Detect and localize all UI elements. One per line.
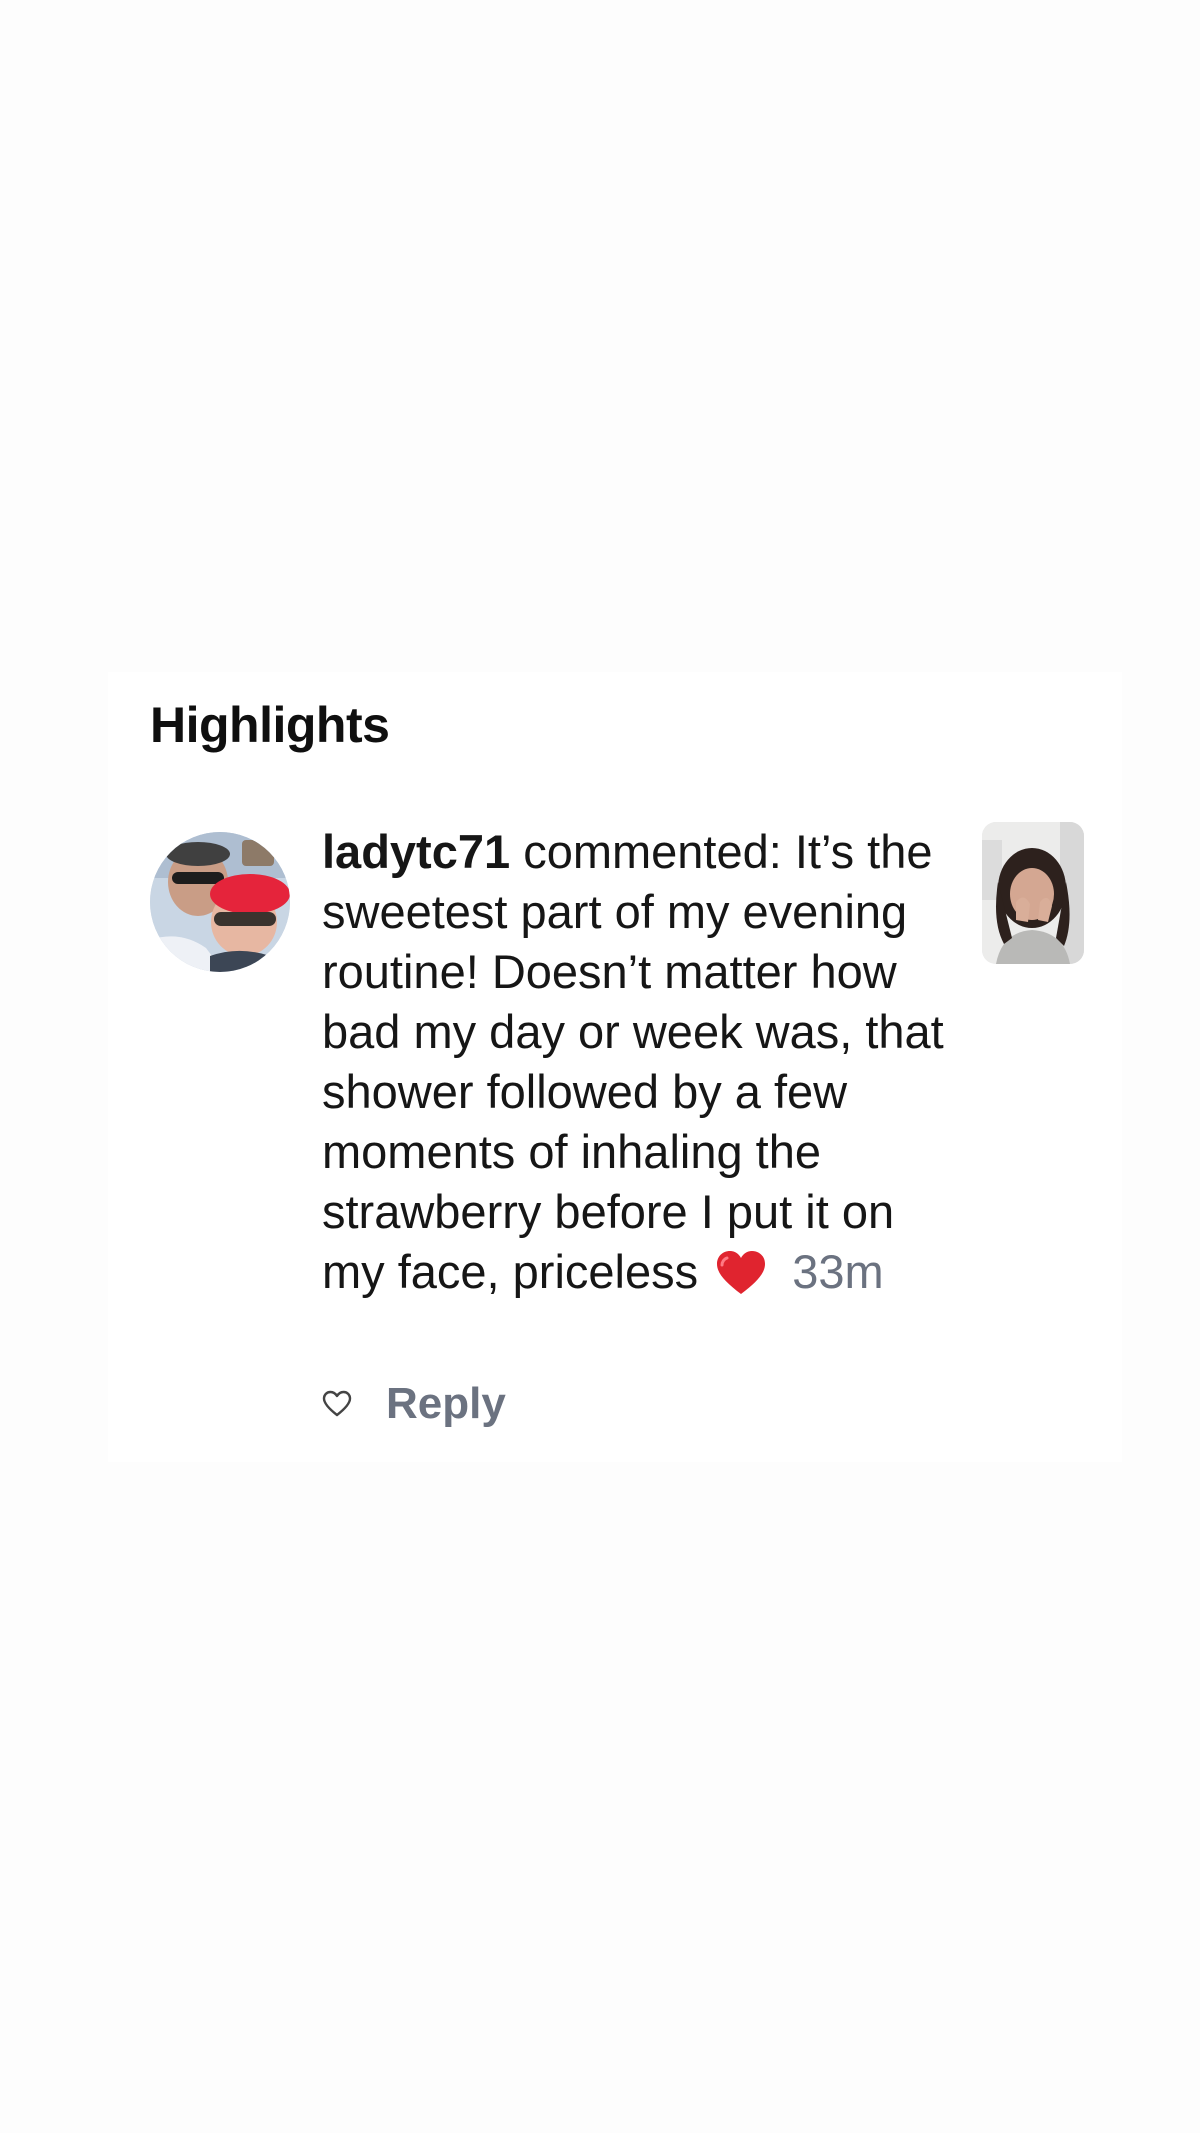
post-thumbnail[interactable] — [982, 822, 1084, 964]
comment-actions: Reply — [322, 1374, 506, 1434]
highlights-card: Highlights ladytc71 commented: It’s the … — [108, 672, 1122, 1462]
comment-body: It’s the sweetest part of my evening rou… — [322, 825, 944, 1298]
reply-button[interactable]: Reply — [386, 1379, 506, 1429]
avatar[interactable] — [150, 832, 290, 972]
comment-username[interactable]: ladytc71 — [322, 825, 510, 878]
comment-text: ladytc71 commented: It’s the sweetest pa… — [322, 822, 952, 1302]
red-heart-emoji — [717, 1251, 766, 1294]
section-title: Highlights — [150, 697, 390, 753]
thumbnail-image — [982, 822, 1084, 964]
comment-action: commented: — [523, 825, 782, 878]
avatar-photo — [150, 832, 290, 972]
comment: ladytc71 commented: It’s the sweetest pa… — [322, 822, 952, 1302]
heart-outline-icon[interactable] — [322, 1390, 352, 1418]
comment-time: 33m — [792, 1245, 884, 1298]
